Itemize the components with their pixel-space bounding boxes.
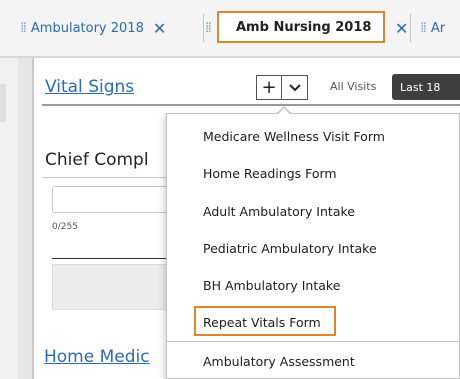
close-icon[interactable]: ✕ [153, 19, 166, 38]
collapse-handle[interactable] [0, 84, 6, 122]
add-button[interactable]: + [257, 76, 282, 99]
drag-handle-icon[interactable]: ⁞⁞ [205, 20, 212, 36]
drag-handle-icon[interactable]: ⁞⁞ [420, 20, 427, 36]
tab-label: Amb Nursing 2018 [236, 19, 372, 35]
close-icon[interactable]: ✕ [395, 19, 408, 38]
menu-item-adult-ambulatory-intake[interactable]: Adult Ambulatory Intake [167, 193, 459, 230]
tab-divider [410, 14, 411, 42]
all-visits-filter[interactable]: All Visits [330, 80, 376, 93]
dropdown-button[interactable] [282, 76, 307, 99]
tab-ambulatory-2018[interactable]: ⁞⁞ Ambulatory 2018 ✕ [20, 10, 166, 46]
menu-caret-fill [277, 108, 291, 115]
highlight-box [194, 306, 336, 336]
tab-divider [203, 14, 204, 42]
tab-label: Ar [430, 20, 446, 36]
home-medications-title[interactable]: Home Medic [44, 347, 150, 367]
character-counter: 0/255 [52, 222, 78, 232]
menu-item-bh-ambulatory-intake[interactable]: BH Ambulatory Intake [167, 267, 459, 304]
chevron-down-icon [288, 83, 301, 91]
add-form-menu: Medicare Wellness Visit Form Home Readin… [166, 113, 460, 379]
last-filter-button[interactable]: Last 18 [392, 74, 460, 100]
tab-close-active[interactable]: ✕ [386, 10, 408, 46]
tab-label: Ambulatory 2018 [30, 20, 144, 36]
tab-amb-nursing-2018[interactable]: Amb Nursing 2018 [217, 11, 385, 43]
section-divider [42, 104, 460, 106]
menu-divider [167, 341, 459, 342]
vital-signs-title[interactable]: Vital Signs [45, 77, 134, 97]
menu-item-ambulatory-assessment[interactable]: Ambulatory Assessment [167, 343, 459, 379]
tab-grip-active[interactable]: ⁞⁞ [205, 10, 216, 46]
menu-item-repeat-vitals[interactable]: Repeat Vitals Form [167, 304, 459, 341]
menu-item-pediatric-ambulatory-intake[interactable]: Pediatric Ambulatory Intake [167, 230, 459, 267]
add-button-group: + [256, 75, 308, 100]
drag-handle-icon[interactable]: ⁞⁞ [20, 20, 27, 36]
menu-item-medicare-wellness[interactable]: Medicare Wellness Visit Form [167, 118, 459, 155]
chief-complaint-title: Chief Compl [45, 150, 149, 170]
tab-partial[interactable]: ⁞⁞ Ar [420, 10, 445, 46]
menu-item-home-readings[interactable]: Home Readings Form [167, 155, 459, 192]
